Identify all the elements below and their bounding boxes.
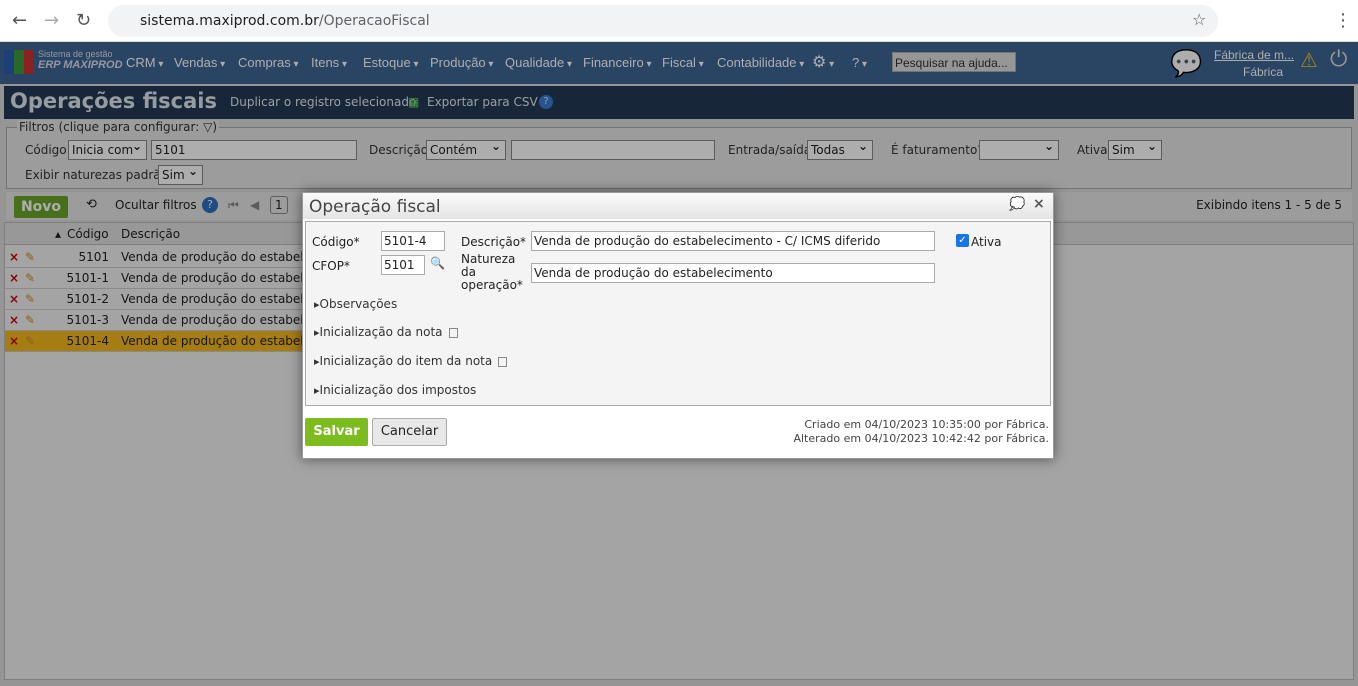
descricao-input[interactable]: Venda de produção do estabelecimento - C… [531,231,935,251]
natureza-input[interactable]: Venda de produção do estabelecimento [531,263,935,283]
created-info: Criado em 04/10/2023 10:35:00 por Fábric… [804,418,1049,431]
section-label: Observações [319,297,398,311]
close-icon[interactable]: × [1033,196,1045,212]
url-path: /OperacaoFiscal [318,13,430,29]
section-label: Inicialização da nota [319,325,443,339]
document-icon[interactable] [498,356,508,367]
codigo-label: Código* [312,235,360,249]
salvar-button[interactable]: Salvar [305,418,368,446]
dialog-title: Operação fiscal [309,197,441,217]
url-domain: sistema.maxiprod.com.br [140,13,319,29]
cancelar-button[interactable]: Cancelar [372,418,447,446]
cfop-input[interactable]: 5101 [381,255,425,275]
star-icon[interactable]: ☆ [1192,10,1206,29]
section-inicializacao-impostos[interactable]: Inicialização dos impostos [314,383,477,397]
descricao-label: Descrição* [461,235,527,249]
dialog-header: Operação fiscal 💭 × [303,193,1053,219]
section-observacoes[interactable]: Observações [314,297,398,311]
ativa-checkbox[interactable]: ✓ [956,234,969,247]
browser-toolbar: ← → ↻ sistema.maxiprod.com.br/OperacaoFi… [0,0,1358,42]
reload-icon[interactable]: ↻ [76,10,91,31]
section-label: Inicialização dos impostos [319,383,477,397]
section-inicializacao-nota[interactable]: Inicialização da nota [314,325,458,339]
section-label: Inicialização do item da nota [319,354,493,368]
back-icon[interactable]: ← [12,10,27,31]
document-icon[interactable] [448,327,458,338]
section-inicializacao-item[interactable]: Inicialização do item da nota [314,354,508,368]
address-bar[interactable]: sistema.maxiprod.com.br/OperacaoFiscal [108,5,1218,37]
dialog-body: Código* 5101-4 CFOP* 5101 🔍 Descrição* V… [305,221,1051,406]
natureza-label: Natureza da operação* [461,252,523,292]
codigo-input[interactable]: 5101-4 [381,231,445,251]
menu-icon[interactable]: ⋮ [1334,10,1352,31]
search-icon[interactable]: 🔍 [430,256,445,270]
forward-icon[interactable]: → [44,10,59,31]
operacao-fiscal-dialog: Operação fiscal 💭 × Código* 5101-4 CFOP*… [302,192,1054,459]
modified-info: Alterado em 04/10/2023 10:42:42 por Fábr… [793,432,1049,445]
ativa-label: Ativa [971,235,1002,249]
comment-icon[interactable]: 💭 [1009,197,1025,212]
cfop-label: CFOP* [312,259,350,273]
